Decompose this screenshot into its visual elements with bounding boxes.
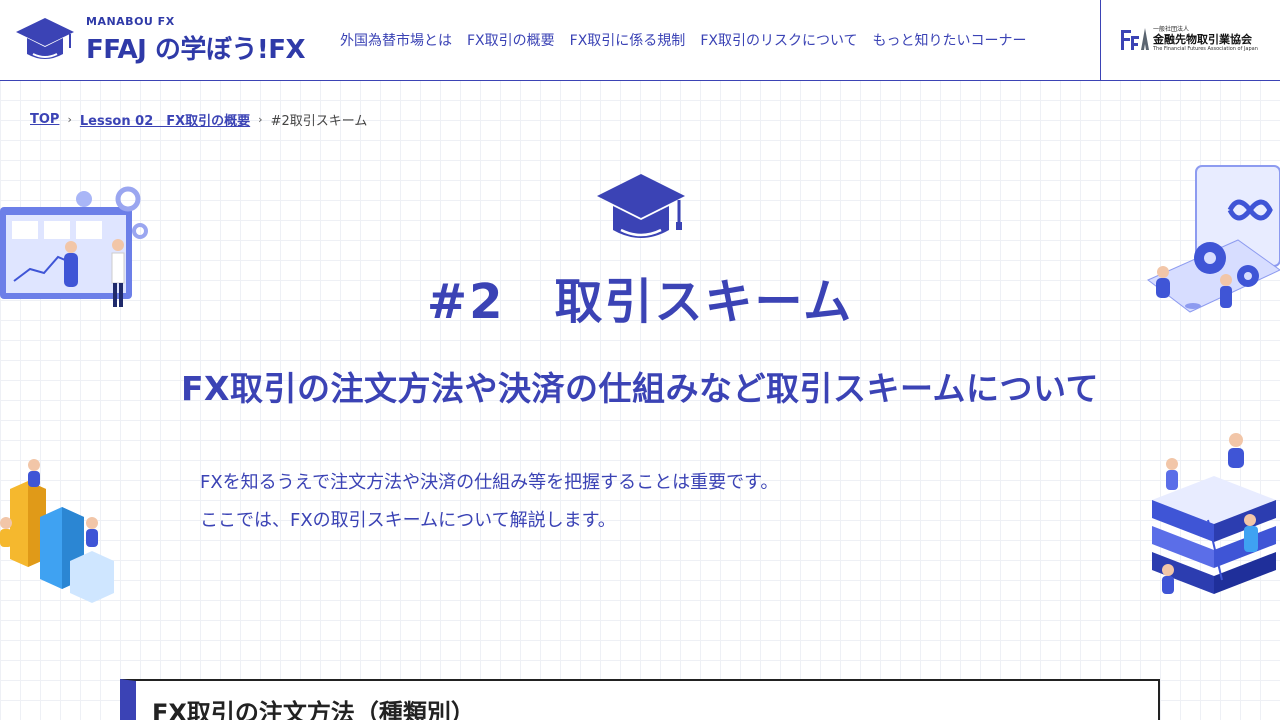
association-logo-link[interactable]: 一般社団法人 金融先物取引業協会 The Financial Futures A… [1100,0,1280,81]
breadcrumb-lesson-link[interactable]: Lesson 02 FX取引の概要 [80,110,250,129]
books-stack-illustration [1152,433,1276,594]
breadcrumb: TOP › Lesson 02 FX取引の概要 › #2取引スキーム [30,110,367,129]
nav-item-forex-market[interactable]: 外国為替市場とは [340,30,452,50]
breadcrumb-top-link[interactable]: TOP [30,112,59,127]
association-english-name: The Financial Futures Association of Jap… [1153,46,1258,52]
nav-item-fx-regulations[interactable]: FX取引に係る規制 [570,30,686,50]
nav-item-fx-risks[interactable]: FX取引のリスクについて [700,30,857,50]
nav-item-fx-overview[interactable]: FX取引の概要 [467,30,555,50]
ffaj-mark-icon [1121,28,1149,50]
growth-blocks-illustration [0,459,114,603]
section-title: FX取引の注文方法（種類別） [152,699,475,720]
chevron-right-icon: › [67,113,72,126]
intro-line: ここでは、FXの取引スキームについて解説します。 [200,510,616,531]
main-nav: 外国為替市場とは FX取引の概要 FX取引に係る規制 FX取引のリスクについて … [340,30,1027,50]
logo-subtitle: MANABOU FX [86,15,175,28]
logo-title: FFAJ の学ぼう!FX [86,35,306,65]
association-name: 金融先物取引業協会 [1153,33,1252,46]
intro-line: FXを知るうえで注文方法や決済の仕組み等を把握することは重要です。 [200,472,779,493]
page-subtitle: FX取引の注文方法や決済の仕組みなど取引スキームについて [180,369,1099,408]
graduation-cap-icon [16,18,74,59]
site-logo[interactable]: MANABOU FX FFAJ の学ぼう!FX [14,12,314,72]
graduation-cap-icon [597,174,685,238]
section-order-methods: FX取引の注文方法（種類別） [120,679,1160,720]
intro-text: FXを知るうえで注文方法や決済の仕組み等を把握することは重要です。 ここでは、F… [200,464,778,540]
chevron-right-icon: › [258,113,263,126]
nav-item-learn-more[interactable]: もっと知りたいコーナー [873,30,1027,50]
breadcrumb-current: #2取引スキーム [270,114,368,129]
page-title: #2 取引スキーム [426,274,854,330]
site-header: MANABOU FX FFAJ の学ぼう!FX 外国為替市場とは FX取引の概要… [0,0,1280,81]
